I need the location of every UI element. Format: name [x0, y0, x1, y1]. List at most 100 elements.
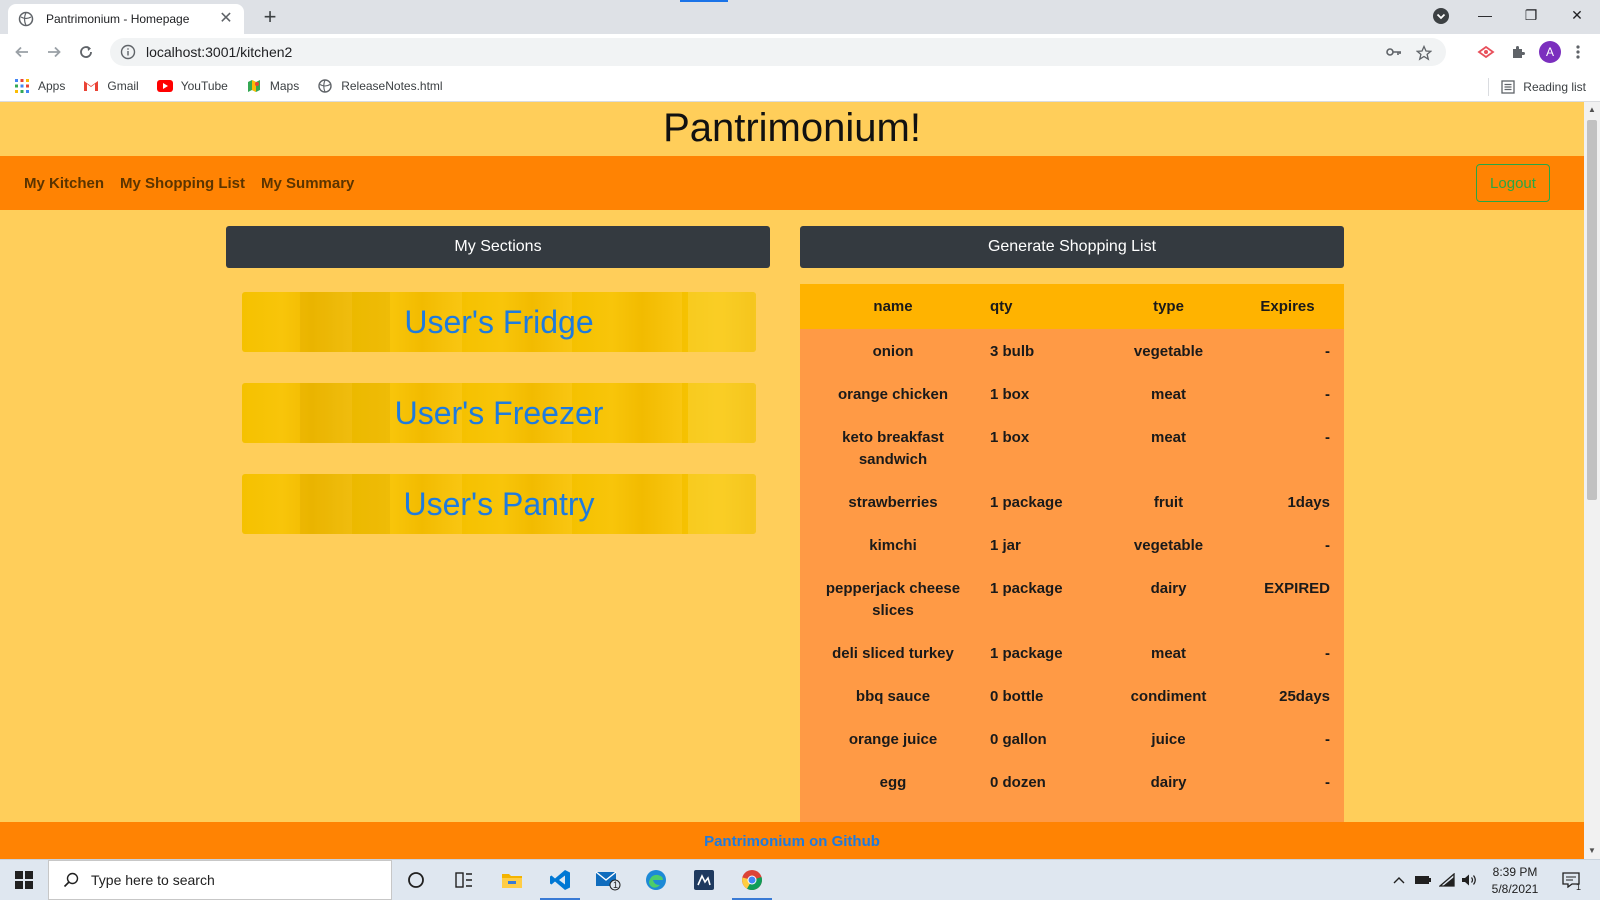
reload-icon — [80, 46, 92, 58]
search-icon — [63, 872, 79, 888]
close-tab-icon[interactable]: ✕ — [218, 11, 234, 27]
cell-type: condiment — [1130, 688, 1207, 705]
volume-button[interactable] — [1458, 860, 1480, 900]
minimize-button[interactable]: — — [1462, 0, 1508, 30]
vscode-icon — [550, 870, 570, 890]
edge-icon — [646, 870, 666, 890]
cell-expires: - — [1325, 645, 1330, 662]
cell-name: orange chicken — [837, 386, 949, 403]
my-sections-button[interactable]: My Sections — [226, 226, 770, 268]
bookmark-gmail[interactable]: Gmail — [83, 78, 139, 94]
bookmark-youtube[interactable]: YouTube — [156, 78, 228, 94]
scrollbar-thumb[interactable] — [1587, 120, 1597, 500]
page-scrollbar[interactable]: ▲ ▼ — [1584, 102, 1600, 859]
key-icon[interactable] — [1386, 45, 1402, 59]
network-button[interactable] — [1436, 860, 1458, 900]
section-card-pantry[interactable]: User's Pantry — [242, 474, 756, 534]
speaker-icon — [1462, 874, 1476, 886]
menu-button[interactable] — [1570, 42, 1586, 62]
nav-my-kitchen[interactable]: My Kitchen — [24, 175, 104, 192]
back-button[interactable] — [12, 42, 32, 62]
scroll-up-arrow-icon[interactable]: ▲ — [1587, 105, 1597, 115]
vscode-button[interactable] — [536, 860, 584, 900]
taskbar-clock[interactable]: 8:39 PM 5/8/2021 — [1480, 864, 1550, 898]
nav-links: My Kitchen My Shopping List My Summary — [24, 156, 354, 210]
github-link[interactable]: Pantrimonium on Github — [704, 833, 880, 850]
table-row: orange juice 0 gallon juice - — [800, 717, 1344, 760]
bookmark-apps[interactable]: Apps — [14, 78, 65, 94]
close-window-button[interactable]: ✕ — [1554, 0, 1600, 30]
cell-expires: - — [1325, 731, 1330, 748]
task-view-button[interactable] — [440, 860, 488, 900]
restore-button[interactable]: ❐ — [1508, 0, 1554, 30]
bookmark-label: YouTube — [180, 78, 228, 93]
table-row: onion 3 bulb vegetable - — [800, 329, 1344, 372]
star-icon[interactable] — [1416, 45, 1432, 61]
table-header-row: name qty type Expires — [800, 284, 1344, 329]
section-link[interactable]: User's Freezer — [395, 395, 604, 432]
table-row: keto breakfast sandwich 1 box meat - — [800, 415, 1344, 480]
avatar: A — [1539, 41, 1561, 63]
show-hidden-icons-button[interactable] — [1388, 860, 1410, 900]
start-button[interactable] — [0, 860, 48, 900]
wifi-icon — [1439, 873, 1455, 887]
cell-expires: - — [1325, 386, 1330, 403]
bookmark-maps[interactable]: Maps — [246, 78, 299, 94]
bookmark-releasenotes[interactable]: ReleaseNotes.html — [317, 78, 443, 94]
cell-expires: 1days — [1287, 494, 1330, 511]
section-link[interactable]: User's Fridge — [404, 304, 593, 341]
logout-button[interactable]: Logout — [1476, 164, 1550, 202]
cell-qty: 1 package — [990, 645, 1063, 662]
tab-strip-indicator — [680, 0, 728, 2]
cortana-button[interactable] — [392, 860, 440, 900]
new-tab-button[interactable]: + — [258, 6, 282, 30]
reload-button[interactable] — [76, 42, 96, 62]
section-card-fridge[interactable]: User's Fridge — [242, 292, 756, 352]
section-card-freezer[interactable]: User's Freezer — [242, 383, 756, 443]
divider — [1488, 78, 1490, 96]
cell-type: fruit — [1153, 494, 1184, 511]
cortana-circle-icon — [408, 872, 424, 888]
windows-logo-icon — [15, 871, 33, 889]
chevron-up-icon — [1393, 877, 1405, 884]
forward-button[interactable] — [44, 42, 64, 62]
nav-my-shopping-list[interactable]: My Shopping List — [120, 175, 245, 192]
cell-name: onion — [872, 343, 914, 360]
extensions-button[interactable] — [1508, 42, 1528, 62]
section-link[interactable]: User's Pantry — [403, 486, 594, 523]
browser-toolbar: localhost:3001/kitchen2 A — [0, 34, 1600, 70]
cell-expires: - — [1325, 429, 1330, 446]
browser-tab[interactable]: Pantrimonium - Homepage ✕ — [8, 4, 244, 34]
column-header-qty: qty — [990, 298, 1013, 315]
cell-expires: - — [1325, 774, 1330, 791]
globe-icon — [18, 11, 34, 27]
tab-search-icon[interactable] — [1432, 7, 1450, 25]
scroll-down-arrow-icon[interactable]: ▼ — [1587, 846, 1597, 856]
profile-button[interactable]: A — [1538, 41, 1562, 63]
info-icon[interactable] — [120, 44, 136, 60]
cell-expires: EXPIRED — [1264, 580, 1330, 597]
studio-app-icon — [694, 870, 714, 890]
cell-name: egg — [879, 774, 907, 791]
cell-expires: 25days — [1279, 688, 1330, 705]
address-bar[interactable]: localhost:3001/kitchen2 — [110, 38, 1446, 66]
gmail-icon — [83, 78, 99, 94]
battery-button[interactable] — [1412, 860, 1434, 900]
taskbar-search-box[interactable]: Type here to search — [48, 860, 392, 900]
chrome-icon — [742, 870, 762, 891]
cell-expires: - — [1325, 537, 1330, 554]
cell-qty: 0 bottle — [990, 688, 1044, 705]
edge-button[interactable] — [632, 860, 680, 900]
generate-shopping-list-button[interactable]: Generate Shopping List — [800, 226, 1344, 268]
reading-list-label: Reading list — [1523, 80, 1586, 94]
reading-list-button[interactable]: Reading list — [1488, 78, 1586, 96]
file-explorer-button[interactable] — [488, 860, 536, 900]
chrome-button[interactable] — [728, 860, 776, 900]
site-footer: Pantrimonium on Github — [0, 822, 1584, 859]
table-row: kimchi 1 jar vegetable - — [800, 523, 1344, 566]
app-button[interactable] — [680, 860, 728, 900]
mail-button[interactable]: 1 — [584, 860, 632, 900]
extension-button[interactable] — [1476, 42, 1496, 62]
nav-my-summary[interactable]: My Summary — [261, 175, 354, 192]
notifications-button[interactable]: 1 — [1556, 860, 1586, 900]
